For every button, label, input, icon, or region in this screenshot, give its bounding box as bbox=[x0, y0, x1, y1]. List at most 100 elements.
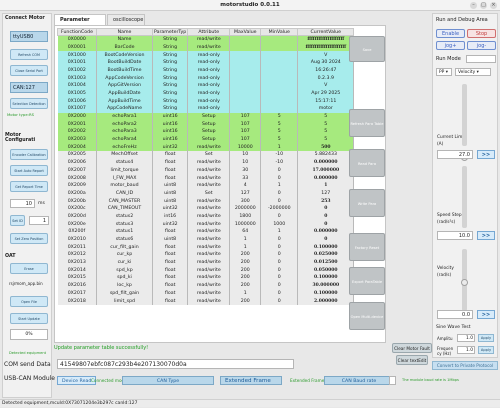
table-row[interactable]: 0X2013 cur_ki float read/write 200 0 0.012500 bbox=[57, 258, 355, 267]
table-row[interactable]: 0X2001 echoPara2 uint16 Setup 107 5 5 bbox=[57, 120, 355, 129]
table-cell-cur[interactable]: 0.000000 bbox=[297, 227, 355, 236]
can-type-select[interactable]: Extended Frame bbox=[220, 376, 282, 385]
table-row[interactable]: 0X2016 loc_kp float read/write 200 0 30.000000 bbox=[57, 281, 355, 290]
save-button[interactable]: Save bbox=[349, 36, 385, 62]
table-cell-cur[interactable]: V bbox=[297, 51, 355, 59]
table-row[interactable]: 0X2010 status6 uint8 read/write 1 0 0 bbox=[57, 235, 355, 244]
table-row[interactable]: 0X1007 AppCodeName String read-only motor bbox=[57, 104, 355, 113]
maximize-icon[interactable]: □ bbox=[480, 2, 487, 9]
table-cell-cur[interactable]: 5.882433 bbox=[297, 151, 355, 159]
header-attribute[interactable]: Attribute bbox=[187, 27, 231, 37]
table-row[interactable]: 0X0001 BarCode String read/write fffffffffff… bbox=[57, 43, 355, 52]
table-row[interactable]: 0X2005 MechOffset float Set 10 -10 5.882433 bbox=[57, 151, 355, 159]
header-min-value[interactable]: MinValue bbox=[260, 27, 299, 37]
close-serial-button[interactable]: Close Serial Port bbox=[10, 65, 48, 76]
table-cell-cur[interactable]: 5 bbox=[297, 112, 355, 121]
table-row[interactable]: 0X200d status2 int16 read/write 1800 0 0 bbox=[57, 212, 355, 221]
table-row[interactable]: 0X200e status3 uint32 read/write 1000000 1000… bbox=[57, 220, 355, 228]
frequency-input[interactable]: 1.0 bbox=[457, 346, 475, 354]
apply-amplitude-button[interactable]: Apply bbox=[478, 334, 494, 342]
can-baud-select[interactable] bbox=[389, 376, 396, 385]
factory-reset-button[interactable]: Factory Reset bbox=[349, 233, 385, 261]
table-cell-cur[interactable]: V bbox=[297, 81, 355, 90]
table-row[interactable]: 0X1006 AppBuildTime String read-only 15:17:1… bbox=[57, 97, 355, 105]
table-cell-cur[interactable]: 17.000000 bbox=[297, 166, 355, 175]
table-cell-cur[interactable]: 5 bbox=[297, 120, 355, 129]
start-auto-report-button[interactable]: Start Auto Report bbox=[10, 165, 48, 176]
table-row[interactable]: 0X2014 spd_kp float read/write 200 0 0.050000 bbox=[57, 266, 355, 275]
table-cell-cur[interactable]: 0.000000 bbox=[297, 174, 355, 182]
table-cell-cur[interactable]: 5 bbox=[297, 135, 355, 144]
refresh-para-table-button[interactable]: Refresh Para Table bbox=[349, 109, 385, 137]
run-mode-input[interactable] bbox=[466, 55, 496, 63]
read-para-button[interactable]: Read Para bbox=[349, 149, 385, 177]
speed-input[interactable]: 10.0 bbox=[437, 231, 473, 240]
table-row[interactable]: 0X2002 echoPara3 uint16 Setup 107 5 5 bbox=[57, 128, 355, 136]
selection-detection-button[interactable]: Selection Detection bbox=[10, 98, 48, 109]
table-row[interactable]: 0X2007 limit_torque float read/write 30 0 17.0… bbox=[57, 166, 355, 175]
velocity-slider-knob[interactable] bbox=[461, 279, 468, 286]
table-cell-cur[interactable]: 0 bbox=[297, 235, 355, 244]
table-cell-cur[interactable]: 0.100000 bbox=[297, 243, 355, 252]
encoder-calibration-button[interactable]: Encoder Calibration bbox=[10, 149, 48, 160]
table-cell-cur[interactable]: 0 bbox=[297, 212, 355, 221]
apply-frequency-button[interactable]: Apply bbox=[478, 346, 494, 354]
table-row[interactable]: 0X2017 spd_filt_gain float read/write 1 0 0.10… bbox=[57, 289, 355, 298]
open-file-button[interactable]: Open File bbox=[10, 296, 48, 307]
table-row[interactable]: 0X1003 AppCodeVersion String read-only 0.2.3… bbox=[57, 74, 355, 82]
port-select[interactable]: ttyUSB0 bbox=[10, 31, 48, 42]
minimize-icon[interactable]: – bbox=[470, 2, 477, 9]
table-cell-cur[interactable]: 500 bbox=[297, 143, 355, 152]
velocity-slider[interactable] bbox=[461, 249, 468, 311]
table-row[interactable]: 0X2015 spd_ki float read/write 200 0 0.100000 bbox=[57, 274, 355, 282]
table-cell-cur[interactable]: Apr 29 2025 bbox=[297, 89, 355, 98]
start-update-button[interactable]: Start Update bbox=[10, 313, 48, 324]
table-row[interactable]: 0X2000 echoPara1 uint16 Setup 107 5 5 bbox=[57, 112, 355, 121]
table-row[interactable]: 0X2011 cur_filt_gain float read/write 1 0 0.10… bbox=[57, 243, 355, 252]
jog-plus-button[interactable]: jog+ bbox=[436, 41, 465, 50]
table-cell-cur[interactable]: motor bbox=[297, 104, 355, 113]
table-row[interactable]: 0X2003 echoPara4 uint16 Setup 107 5 5 bbox=[57, 135, 355, 144]
table-cell-cur[interactable]: 15:17:11 bbox=[297, 97, 355, 105]
table-cell-cur[interactable]: 0.100000 bbox=[297, 289, 355, 298]
table-cell-cur[interactable]: 5 bbox=[297, 128, 355, 136]
table-row[interactable]: 0X2004 echoFreHz uint32 read/write 10000 1 500 bbox=[57, 143, 355, 152]
table-cell-cur[interactable]: 0.2.3.9 bbox=[297, 74, 355, 82]
export-paratable-button[interactable]: Export ParaTable bbox=[349, 267, 385, 295]
velocity-input[interactable]: 0.0 bbox=[437, 310, 473, 319]
table-cell-cur[interactable]: 0 bbox=[297, 204, 355, 213]
table-cell-cur[interactable]: 0.000000 bbox=[297, 158, 355, 167]
can-id-select[interactable]: CAN:127 bbox=[10, 82, 48, 93]
tab-parameter-setting[interactable]: Parameter Setting bbox=[54, 14, 106, 34]
id-input[interactable]: 1 bbox=[29, 216, 49, 225]
set-zero-button[interactable]: Set Zero Position bbox=[10, 233, 48, 244]
enable-button[interactable]: Enable bbox=[436, 29, 465, 38]
current-input[interactable]: 27.0 bbox=[437, 150, 473, 159]
header-parameter-type[interactable]: ParameterTyp bbox=[151, 27, 189, 37]
com-send-input[interactable]: 41549807ebfc087c293b4e207130070d0a bbox=[57, 359, 294, 369]
table-row[interactable]: 0X0000 Name String read/write ffffffffffffff… bbox=[57, 35, 355, 44]
speed-go-button[interactable]: >> bbox=[477, 231, 495, 240]
table-row[interactable]: 0X1001 BootBuildDate String read-only Aug 30… bbox=[57, 58, 355, 67]
header-max-value[interactable]: MaxValue bbox=[229, 27, 262, 37]
table-cell-cur[interactable]: ffffffffffffffffffff bbox=[297, 35, 355, 44]
table-row[interactable]: 0X2006 status4 float read/write 10 -10 0.00000… bbox=[57, 158, 355, 167]
table-row[interactable]: 0X2008 I_FW_MAX float read/write 33 0 0.000000 bbox=[57, 174, 355, 182]
table-row[interactable]: 0X2018 limit_spd float read/write 200 0 2.0000… bbox=[57, 297, 355, 305]
write-para-button[interactable]: Write Para bbox=[349, 189, 385, 217]
table-cell-cur[interactable]: 0.025000 bbox=[297, 251, 355, 259]
report-time-input[interactable]: 10 bbox=[10, 199, 35, 208]
table-cell-cur[interactable]: 16:26:47 bbox=[297, 66, 355, 75]
table-cell-cur[interactable]: 1 bbox=[297, 181, 355, 190]
open-multi-device-button[interactable]: Open Multi-device bbox=[349, 302, 385, 330]
header-name[interactable]: Name bbox=[96, 27, 153, 37]
table-row[interactable]: 0X1002 BootBuildTime String read-only 16:26:… bbox=[57, 66, 355, 75]
table-row[interactable]: 0X200a CAN_ID uint8 Set 127 0 127 bbox=[57, 189, 355, 198]
table-row[interactable]: 0X1004 AppGitVersion String read-only V bbox=[57, 81, 355, 90]
current-go-button[interactable]: >> bbox=[477, 150, 495, 159]
table-cell-cur[interactable]: ffffffffffffffffffffff bbox=[297, 43, 355, 52]
table-cell-cur[interactable]: 0.050000 bbox=[297, 266, 355, 275]
table-row[interactable]: 0X200b CAN_MASTER uint8 read/write 300 0 253 bbox=[57, 197, 355, 205]
clear-motor-fault-button[interactable]: Clear Motor Fault bbox=[392, 343, 432, 353]
jog-minus-button[interactable]: jog- bbox=[467, 41, 496, 50]
